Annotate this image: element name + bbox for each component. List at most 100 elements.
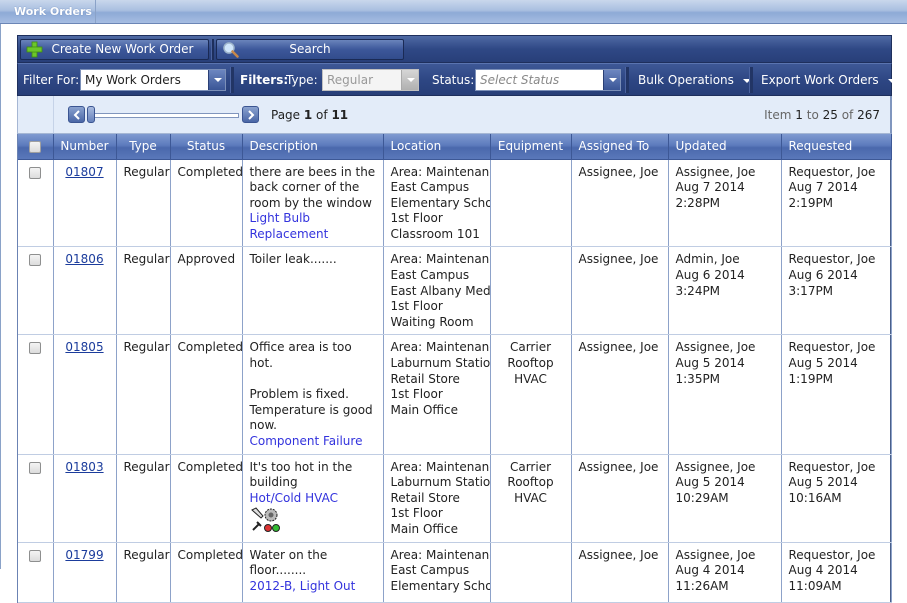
chevron-down-icon[interactable]	[208, 70, 225, 90]
location-line: East Campus	[390, 268, 470, 283]
magnifier-icon	[223, 42, 239, 58]
updated-line: Aug 5 2014	[675, 475, 745, 490]
row-select-cell	[18, 334, 54, 455]
updated-line: Aug 4 2014	[675, 563, 745, 578]
column-header-equipment[interactable]: Equipment	[490, 134, 572, 160]
prev-page-button[interactable]	[68, 106, 85, 123]
updated-cell: Assignee, Joe Aug 5 2014 10:29AM	[668, 454, 782, 543]
chevron-down-icon[interactable]	[401, 70, 418, 90]
row-checkbox[interactable]	[29, 342, 42, 355]
next-page-button[interactable]	[242, 106, 259, 123]
requested-line: Aug 5 2014	[788, 475, 858, 490]
requested-cell: Requestor, Joe Aug 5 2014 10:16AM	[781, 454, 892, 543]
select-all-header	[18, 134, 54, 160]
work-order-number-link[interactable]: 01807	[65, 165, 103, 179]
bulk-operations-menu[interactable]: Bulk Operations	[638, 73, 751, 87]
row-checkbox[interactable]	[29, 549, 42, 562]
create-work-order-button[interactable]: Create New Work Order	[20, 39, 209, 60]
category-link[interactable]: Light Bulb Replacement	[250, 211, 376, 242]
column-header-description[interactable]: Description	[242, 134, 384, 160]
type-cell: Regular	[116, 454, 171, 543]
column-header-status[interactable]: Status	[170, 134, 243, 160]
column-header-location[interactable]: Location	[383, 134, 491, 160]
table-row[interactable]: 01803 Regular Completed It's too hot in the…	[18, 454, 892, 543]
location-line: East Campus	[390, 563, 470, 578]
number-cell: 01799	[53, 542, 117, 603]
search-button[interactable]: Search	[216, 39, 404, 60]
updated-line: Assignee, Joe	[675, 164, 756, 179]
toolbar-separator	[625, 67, 629, 93]
description-cell: Water on the floor........ 2012-B, Light …	[242, 542, 384, 603]
updated-line: 1:35PM	[675, 371, 721, 386]
table-row[interactable]: 01806 Regular Approved Toiler leak....... Ar…	[18, 246, 892, 336]
updated-line: 2:28PM	[675, 195, 721, 210]
requested-line: Requestor, Joe	[788, 164, 876, 179]
requested-line: 2:19PM	[788, 195, 834, 210]
tab-work-orders[interactable]: Work Orders	[0, 0, 96, 23]
type-cell: Regular	[116, 159, 171, 248]
item-prefix: Item	[764, 108, 796, 122]
row-checkbox[interactable]	[29, 166, 42, 179]
equipment-line: Rooftop	[507, 356, 554, 371]
filter-for-select[interactable]: My Work Orders	[80, 69, 226, 91]
assigned-to-cell: Assignee, Joe	[571, 334, 669, 455]
page-slider-handle[interactable]	[87, 106, 95, 123]
work-order-number-link[interactable]: 01805	[65, 340, 103, 354]
status-select[interactable]: Select Status	[475, 69, 621, 91]
requested-cell: Requestor, Joe Aug 7 2014 2:19PM	[781, 159, 892, 248]
assigned-to-cell: Assignee, Joe	[571, 454, 669, 543]
work-orders-grid: Number Type Status Description Location …	[17, 134, 892, 603]
work-order-number-link[interactable]: 01806	[65, 252, 103, 266]
location-line: Area: Maintenance	[390, 164, 490, 179]
requested-line: Aug 5 2014	[788, 356, 858, 371]
description-cell: Office area is too hot. Problem is fixed.…	[242, 334, 384, 455]
location-line: Main Office	[390, 521, 459, 536]
row-checkbox[interactable]	[29, 461, 42, 474]
status-cell: Approved	[170, 246, 243, 336]
requested-line: Requestor, Joe	[788, 459, 876, 474]
item-total: 267	[857, 108, 880, 122]
table-row[interactable]: 01805 Regular Completed Office area is too …	[18, 334, 892, 455]
table-row[interactable]: 01807 Regular Completed there are bees in t…	[18, 159, 892, 248]
location-line: Elementary School	[390, 578, 490, 593]
work-order-number-link[interactable]: 01803	[65, 460, 103, 474]
location-line: 1st Floor	[390, 211, 443, 226]
equipment-cell: Carrier Rooftop HVAC	[490, 334, 572, 455]
description-cell: It's too hot in the building Hot/Cold HVA…	[242, 454, 384, 543]
location-line: Area: Maintenance	[390, 340, 490, 355]
location-line: Laburnum Station	[390, 356, 490, 371]
toolbar-separator	[211, 39, 214, 60]
column-header-assigned-to[interactable]: Assigned To	[571, 134, 669, 160]
column-header-type[interactable]: Type	[116, 134, 171, 160]
requested-cell: Requestor, Joe Aug 6 2014 3:17PM	[781, 246, 892, 336]
number-cell: 01803	[53, 454, 117, 543]
requested-line: Aug 7 2014	[788, 180, 858, 195]
toolbar-separator	[230, 67, 234, 93]
chevron-down-icon[interactable]	[603, 70, 620, 90]
grid-header-row: Number Type Status Description Location …	[18, 134, 892, 160]
requested-line: Aug 6 2014	[788, 268, 858, 283]
work-order-number-link[interactable]: 01799	[65, 548, 103, 562]
page-slider-track[interactable]	[92, 113, 239, 118]
export-work-orders-menu[interactable]: Export Work Orders	[761, 73, 896, 87]
column-header-updated[interactable]: Updated	[668, 134, 782, 160]
column-header-number[interactable]: Number	[53, 134, 117, 160]
select-all-checkbox[interactable]	[29, 140, 42, 153]
location-cell: Area: MaintenanceEast CampusEast Albany …	[383, 246, 491, 336]
table-row[interactable]: 01799 Regular Completed Water on the floor.…	[18, 542, 892, 603]
type-select[interactable]: Regular	[322, 69, 419, 91]
category-link[interactable]: Hot/Cold HVAC	[250, 491, 376, 507]
location-line: Laburnum Station	[390, 475, 490, 490]
requested-line: 10:16AM	[788, 490, 842, 505]
column-header-requested[interactable]: Requested	[781, 134, 892, 160]
filter-toolbar: Filter For: My Work Orders Filters: Type…	[17, 63, 896, 96]
description-text: Problem is fixed.	[249, 387, 349, 402]
row-select-cell	[18, 542, 54, 603]
updated-line: Assignee, Joe	[675, 459, 756, 474]
category-link[interactable]: Component Failure	[250, 434, 376, 450]
chevron-down-icon	[887, 78, 896, 83]
page-of: of	[312, 108, 332, 122]
chevron-left-icon	[73, 110, 80, 120]
row-checkbox[interactable]	[29, 254, 42, 267]
category-link[interactable]: 2012-B, Light Out	[250, 579, 376, 595]
